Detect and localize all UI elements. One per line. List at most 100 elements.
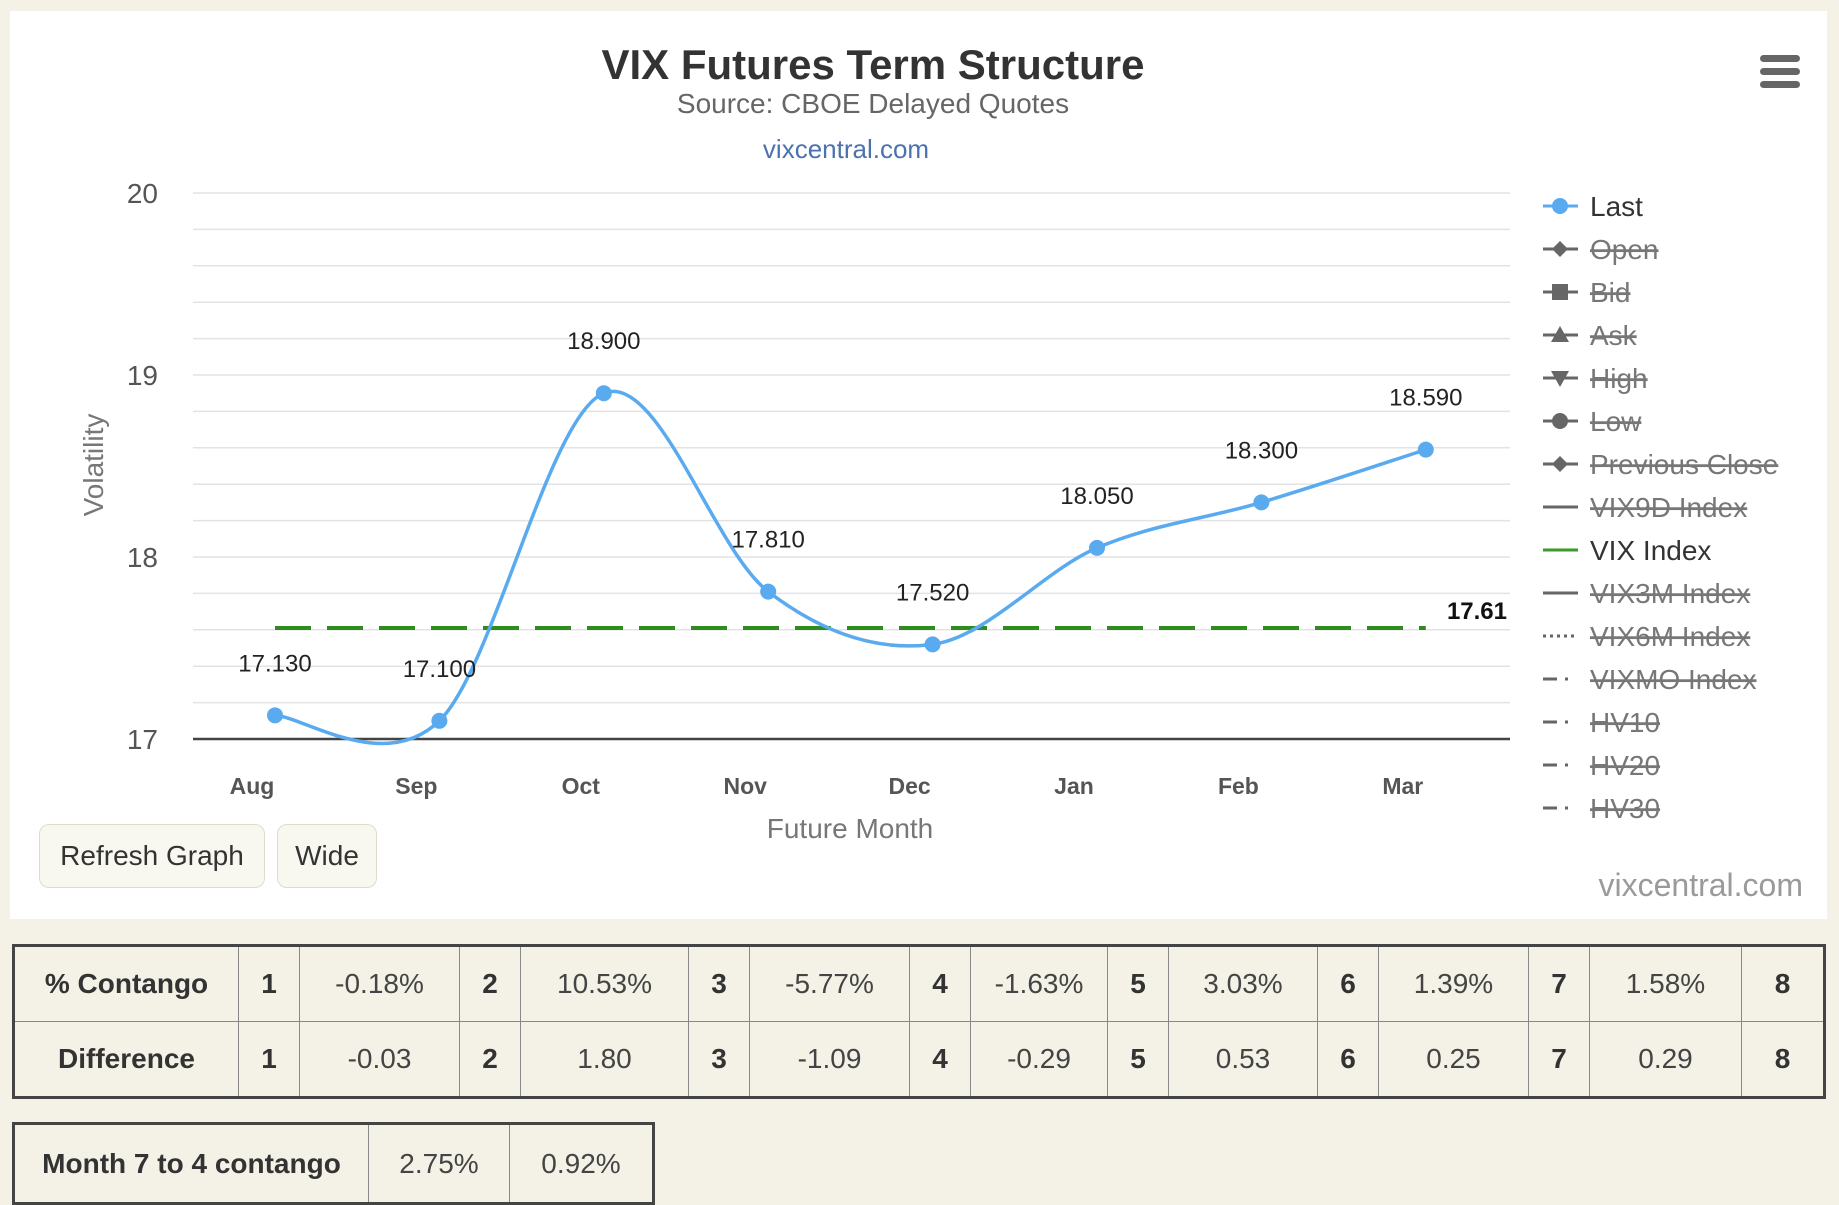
y-tick-label: 20	[127, 178, 158, 209]
month-number-cell: 1	[238, 945, 300, 1022]
legend-diamond-marker-icon	[1552, 241, 1568, 257]
x-tick-label: Mar	[1382, 773, 1423, 799]
month-number-cell: 7	[1528, 1021, 1590, 1098]
legend-item-hv30[interactable]: HV30	[1543, 793, 1660, 824]
legend-item-vixmo-index[interactable]: VIXMO Index	[1543, 664, 1757, 695]
legend-dot-icon	[1565, 763, 1568, 767]
data-label: 18.300	[1225, 437, 1298, 464]
legend-diamond-marker-icon	[1552, 456, 1568, 472]
legend-label: VIXMO Index	[1590, 664, 1757, 695]
value-cell: -1.63%	[970, 945, 1108, 1022]
legend-item-vix3m-index[interactable]: VIX3M Index	[1543, 578, 1750, 609]
last-data-point	[1417, 441, 1434, 458]
value-cell: -0.03	[299, 1021, 460, 1098]
legend-label: Last	[1590, 191, 1643, 222]
legend-label: VIX6M Index	[1590, 621, 1750, 652]
wide-button[interactable]: Wide	[277, 824, 377, 888]
legend-item-previous-close[interactable]: Previous Close	[1543, 449, 1778, 480]
value-cell: 0.92%	[509, 1123, 654, 1204]
legend-dot-icon	[1565, 806, 1568, 810]
month-number-cell: 8	[1741, 945, 1825, 1022]
month-contango-table: Month 7 to 4 contango 2.75% 0.92%	[12, 1122, 655, 1205]
row-label: Difference	[13, 1021, 239, 1098]
legend-item-vix-index[interactable]: VIX Index	[1543, 535, 1711, 566]
legend-item-open[interactable]: Open	[1543, 234, 1659, 265]
last-data-point	[924, 636, 941, 653]
legend-dot-icon	[1565, 677, 1568, 681]
legend-label: High	[1590, 363, 1648, 394]
contango-table: % Contango 1 -0.18% 2 10.53% 3 -5.77% 4 -1.63% 5 3…	[12, 944, 1826, 1099]
value-cell: 3.03%	[1168, 945, 1318, 1022]
data-label: 18.050	[1060, 483, 1133, 510]
hamburger-menu-icon[interactable]	[1755, 49, 1805, 93]
value-cell: 10.53%	[520, 945, 689, 1022]
y-axis-title: Volatility	[78, 414, 109, 517]
month-number-cell: 5	[1107, 1021, 1169, 1098]
legend-item-ask[interactable]: Ask	[1543, 320, 1638, 351]
value-cell: -1.09	[749, 1021, 910, 1098]
legend-item-vix6m-index[interactable]: VIX6M Index	[1543, 621, 1750, 652]
menu-bar	[1760, 80, 1800, 88]
month-number-cell: 4	[909, 945, 971, 1022]
legend-circle-marker-icon	[1552, 198, 1568, 214]
month-number-cell: 6	[1317, 1021, 1379, 1098]
data-label: 17.810	[731, 527, 804, 554]
value-cell: 0.53	[1168, 1021, 1318, 1098]
table-row: Month 7 to 4 contango 2.75% 0.92%	[13, 1123, 654, 1204]
month-number-cell: 3	[688, 1021, 750, 1098]
vix-index-label: 17.61	[1447, 598, 1507, 625]
legend-item-vix9d-index[interactable]: VIX9D Index	[1543, 492, 1747, 523]
x-axis-ticks: Aug Sep Oct Nov Dec Jan Feb Mar	[230, 773, 1424, 799]
chart-title: VIX Futures Term Structure	[601, 41, 1144, 88]
last-data-point	[1089, 539, 1105, 556]
legend-label: HV30	[1590, 793, 1660, 824]
last-data-point	[1253, 494, 1270, 511]
x-tick-label: Sep	[395, 773, 437, 799]
legend-item-high[interactable]: High	[1543, 363, 1648, 394]
x-tick-label: Oct	[562, 773, 601, 799]
x-tick-label: Feb	[1218, 773, 1259, 799]
legend-item-last[interactable]: Last	[1543, 191, 1643, 222]
month-number-cell: 5	[1107, 945, 1169, 1022]
x-axis-title: Future Month	[767, 813, 934, 844]
value-cell: 1.58%	[1589, 945, 1742, 1022]
legend: Last Open Bid Ask High Low Previous Close VIX9D…	[1543, 191, 1778, 824]
series-group: 17.61 17.130 17.100 18.900 17.810 17.520 18.05…	[238, 328, 1507, 746]
value-cell: 0.25	[1378, 1021, 1529, 1098]
legend-item-hv10[interactable]: HV10	[1543, 707, 1660, 738]
last-data-point	[267, 707, 283, 724]
value-cell: -0.29	[970, 1021, 1108, 1098]
chart: VIX Futures Term Structure Source: CBOE …	[78, 41, 1804, 903]
chart-subtitle: Source: CBOE Delayed Quotes	[677, 88, 1069, 119]
legend-item-hv20[interactable]: HV20	[1543, 750, 1660, 781]
legend-item-bid[interactable]: Bid	[1543, 277, 1630, 308]
legend-square-marker-icon	[1552, 284, 1568, 300]
month-number-cell: 8	[1741, 1021, 1825, 1098]
legend-circle-marker-icon	[1552, 413, 1568, 429]
legend-item-low[interactable]: Low	[1543, 406, 1642, 437]
value-cell: -5.77%	[749, 945, 910, 1022]
data-label: 17.130	[238, 650, 311, 677]
legend-label: VIX9D Index	[1590, 492, 1747, 523]
row-label: Month 7 to 4 contango	[13, 1123, 369, 1204]
value-cell: -0.18%	[299, 945, 460, 1022]
credit-link[interactable]: vixcentral.com	[763, 134, 929, 164]
month-number-cell: 6	[1317, 945, 1379, 1022]
value-cell: 1.80	[520, 1021, 689, 1098]
menu-bar	[1760, 67, 1800, 75]
refresh-graph-button[interactable]: Refresh Graph	[39, 824, 265, 888]
legend-label: Previous Close	[1590, 449, 1778, 480]
gridlines	[193, 192, 1510, 741]
data-label: 17.520	[896, 579, 969, 606]
legend-dot-icon	[1565, 720, 1568, 724]
y-axis-ticks: 17 18 19 20	[127, 178, 158, 755]
y-tick-label: 17	[127, 724, 158, 755]
chart-panel: VIX Futures Term Structure Source: CBOE …	[10, 11, 1827, 919]
month-number-cell: 2	[459, 1021, 521, 1098]
watermark: vixcentral.com	[1599, 867, 1804, 903]
month-number-cell: 7	[1528, 945, 1590, 1022]
legend-label: HV10	[1590, 707, 1660, 738]
month-number-cell: 1	[238, 1021, 300, 1098]
table-row: % Contango 1 -0.18% 2 10.53% 3 -5.77% 4 -1.63% 5 3…	[13, 945, 1825, 1022]
last-data-point	[595, 385, 612, 402]
